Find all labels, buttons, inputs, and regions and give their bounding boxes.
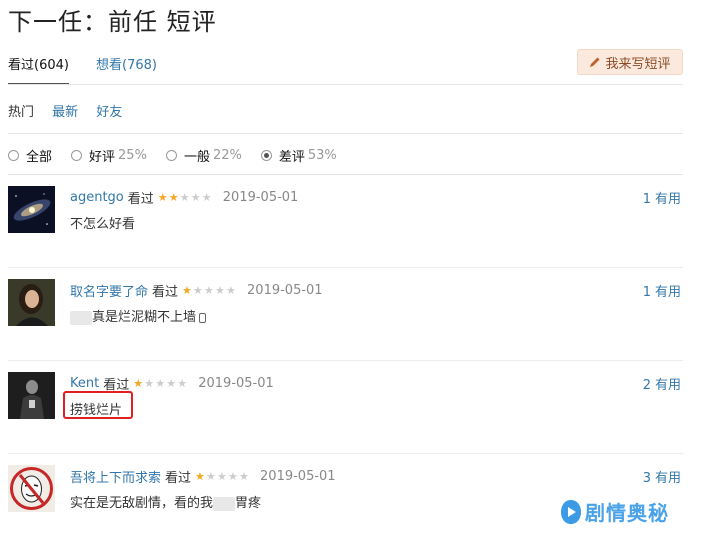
review-meta: 取名字要了命 看过 ★ ★ ★ ★ ★ 2019-05-01 xyxy=(70,281,323,300)
useful-button[interactable]: 有用 xyxy=(655,471,681,486)
portrait-avatar[interactable] xyxy=(8,279,55,326)
star-filled-icon: ★ xyxy=(157,191,168,204)
rating-filter: 全部 好评 25% 一般 22% 差评 53% xyxy=(8,146,356,165)
filter-good-pct: 25% xyxy=(118,148,147,163)
sort-bar: 热门 最新 好友 xyxy=(8,101,136,120)
review-status: 看过 xyxy=(165,471,192,486)
filter-all-radio[interactable] xyxy=(8,150,19,161)
filter-bad-radio[interactable] xyxy=(260,150,272,161)
galaxy-avatar[interactable] xyxy=(8,186,55,233)
review-text-wrap: 真是烂泥糊不上墙 xyxy=(70,306,207,325)
votes-count: 3 xyxy=(642,471,651,486)
review-item: 取名字要了命 看过 ★ ★ ★ ★ ★ 2019-05-01 1 有用 真是烂泥糊不上墙 xyxy=(8,268,683,361)
votes-count: 2 xyxy=(642,378,651,393)
star-empty-icon: ★ xyxy=(201,191,212,204)
useful-button[interactable]: 有用 xyxy=(655,378,681,393)
tabs-divider xyxy=(8,84,683,85)
review-username[interactable]: 吾将上下而求索 xyxy=(70,467,161,486)
review-username[interactable]: Kent xyxy=(70,376,99,391)
review-item: Kent 看过 ★ ★ ★ ★ ★ 2019-05-01 2 有用 捞钱烂片 xyxy=(8,361,683,454)
filter-average-label: 一般 xyxy=(183,150,210,165)
review-username[interactable]: 取名字要了命 xyxy=(70,281,148,300)
filter-good-label: 好评 xyxy=(89,150,116,165)
review-text: 实在是无敌剧情，看的我 xyxy=(70,496,214,511)
useful-votes[interactable]: 1 有用 xyxy=(643,281,681,300)
star-empty-icon: ★ xyxy=(215,284,225,297)
watermark: 剧情奥秘 xyxy=(560,497,669,526)
star-empty-icon: ★ xyxy=(155,377,166,390)
star-filled-icon: ★ xyxy=(168,191,179,204)
page-title: 下一任：前任 短评 xyxy=(8,8,217,36)
useful-votes[interactable]: 2 有用 xyxy=(643,374,681,393)
filter-all-label: 全部 xyxy=(26,150,53,165)
star-empty-icon: ★ xyxy=(177,377,188,390)
highlight-box xyxy=(63,391,133,419)
useful-votes[interactable]: 3 有用 xyxy=(643,467,681,486)
useful-button[interactable]: 有用 xyxy=(655,192,681,207)
review-date: 2019-05-01 xyxy=(222,190,299,205)
sort-latest[interactable]: 最新 xyxy=(52,105,78,120)
tab-want-to-watch[interactable]: 想看(768) xyxy=(96,54,157,73)
tab-watched[interactable]: 看过(604) xyxy=(8,54,69,85)
star-empty-icon: ★ xyxy=(193,284,203,297)
star-empty-icon: ★ xyxy=(144,377,155,390)
review-text-tail: 胃疼 xyxy=(235,496,262,511)
filter-all[interactable]: 全部 xyxy=(8,146,52,165)
review-date: 2019-05-01 xyxy=(247,283,323,298)
rating-stars: ★ ★ ★ ★ ★ xyxy=(195,471,250,482)
rating-stars: ★ ★ ★ ★ ★ xyxy=(133,378,188,389)
star-empty-icon: ★ xyxy=(217,470,227,483)
star-empty-icon: ★ xyxy=(204,284,214,297)
star-empty-icon: ★ xyxy=(226,284,236,297)
star-filled-icon: ★ xyxy=(195,470,205,483)
star-filled-icon: ★ xyxy=(133,377,144,390)
star-empty-icon: ★ xyxy=(206,470,216,483)
review-text-wrap: 实在是无敌剧情，看的我 胃疼 xyxy=(70,492,261,511)
star-empty-icon: ★ xyxy=(166,377,177,390)
star-empty-icon: ★ xyxy=(179,191,190,204)
review-meta: 吾将上下而求索 看过 ★ ★ ★ ★ ★ 2019-05-01 xyxy=(70,467,336,486)
star-empty-icon: ★ xyxy=(239,470,249,483)
review-username[interactable]: agentgo xyxy=(70,190,124,205)
useful-button[interactable]: 有用 xyxy=(655,285,681,300)
star-empty-icon: ★ xyxy=(228,470,238,483)
review-date: 2019-05-01 xyxy=(198,376,274,391)
filter-average-radio[interactable] xyxy=(165,150,177,161)
filter-bad[interactable]: 差评 53% xyxy=(260,146,337,165)
star-empty-icon: ★ xyxy=(190,191,201,204)
tab-bar: 看过(604) 想看(768) xyxy=(8,54,683,85)
review-item: agentgo 看过 ★ ★ ★ ★ ★ 2019-05-01 1 有用 不怎么好看 xyxy=(8,175,683,268)
review-status: 看过 xyxy=(127,192,154,207)
review-meta: agentgo 看过 ★ ★ ★ ★ ★ 2019-05-01 xyxy=(70,188,298,207)
mask-avatar[interactable] xyxy=(8,465,55,512)
sort-divider xyxy=(8,133,683,134)
votes-count: 1 xyxy=(642,192,651,207)
review-date: 2019-05-01 xyxy=(260,469,336,484)
review-text-wrap: 捞钱烂片 xyxy=(63,391,133,419)
star-filled-icon: ★ xyxy=(182,284,192,297)
filter-average-pct: 22% xyxy=(212,148,242,163)
redacted-blur xyxy=(70,310,92,325)
rating-stars: ★ ★ ★ ★ ★ xyxy=(158,192,213,203)
watermark-text: 剧情奥秘 xyxy=(585,501,669,525)
play-icon xyxy=(561,499,581,524)
redacted-blur xyxy=(213,496,236,511)
filter-bad-pct: 53% xyxy=(307,148,337,163)
sort-hot[interactable]: 热门 xyxy=(8,105,34,120)
review-text: 真是烂泥糊不上墙 xyxy=(92,310,197,325)
review-status: 看过 xyxy=(152,285,179,300)
filter-good-radio[interactable] xyxy=(71,150,83,161)
useful-votes[interactable]: 1 有用 xyxy=(643,188,681,207)
rating-stars: ★ ★ ★ ★ ★ xyxy=(182,285,237,296)
dark-portrait-avatar[interactable] xyxy=(8,372,55,419)
sort-friends[interactable]: 好友 xyxy=(96,105,122,120)
filter-average[interactable]: 一般 22% xyxy=(165,146,242,165)
votes-count: 1 xyxy=(642,285,651,300)
filter-bad-label: 差评 xyxy=(278,150,305,165)
filter-good[interactable]: 好评 25% xyxy=(71,146,147,165)
phone-icon xyxy=(199,312,207,323)
review-text: 不怎么好看 xyxy=(70,217,136,232)
